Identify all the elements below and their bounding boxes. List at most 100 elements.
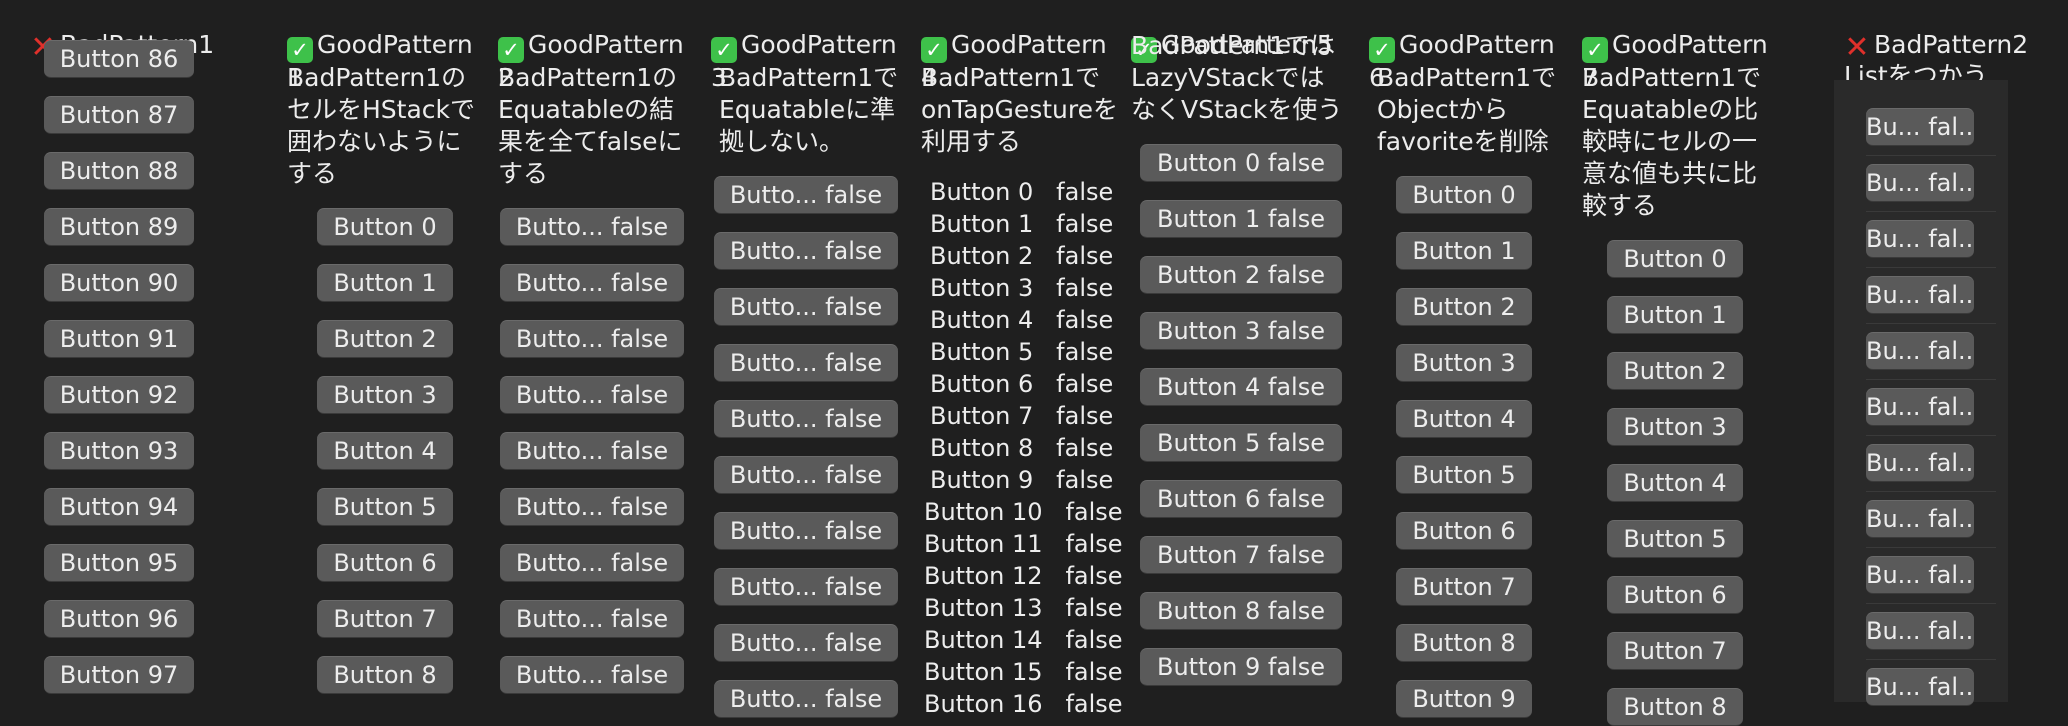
list-cell-button[interactable]: Bu... fal... [1866, 668, 1974, 706]
cell-button[interactable]: Butto... false [500, 488, 684, 526]
tap-row[interactable]: Button 8 false [930, 432, 1113, 464]
list-cell-button[interactable]: Bu... fal... [1866, 612, 1974, 650]
cell-button[interactable]: Button 2 [1607, 352, 1743, 390]
cell-button[interactable]: Button 4 [317, 432, 453, 470]
cell-button[interactable]: Button 5 [1396, 456, 1532, 494]
cell-button[interactable]: Button 6 false [1140, 480, 1342, 518]
tap-row[interactable]: Button 1 false [930, 208, 1113, 240]
cell-button[interactable]: Butto... false [500, 600, 684, 638]
cell-button[interactable]: Button 6 [1607, 576, 1743, 614]
tap-row[interactable]: Button 6 false [930, 368, 1113, 400]
cell-button[interactable]: Button 93 [44, 432, 194, 470]
cell-button[interactable]: Button 6 [1396, 512, 1532, 550]
list-cell-button[interactable]: Bu... fal... [1866, 556, 1974, 594]
tap-row[interactable]: Button 14 false [924, 624, 1123, 656]
cell-button[interactable]: Button 2 [317, 320, 453, 358]
list-cell-button[interactable]: Bu... fal... [1866, 388, 1974, 426]
cell-button[interactable]: Button 5 false [1140, 424, 1342, 462]
cell-button[interactable]: Butto... false [714, 176, 898, 214]
cell-button[interactable]: Butto... false [500, 544, 684, 582]
cell-button[interactable]: Button 92 [44, 376, 194, 414]
cell-button[interactable]: Button 96 [44, 600, 194, 638]
list-cell-button[interactable]: Bu... fal... [1866, 500, 1974, 538]
list-cell-button[interactable]: Bu... fal... [1866, 276, 1974, 314]
list-cell-button[interactable]: Bu... fal... [1866, 164, 1974, 202]
cell-button[interactable]: Button 1 [1607, 296, 1743, 334]
cell-button[interactable]: Button 86 [44, 40, 194, 78]
column-bad-pattern-1: ✕BadPattern1 Button 86Button 87Button 88… [30, 0, 260, 702]
column-description: BadPattern1の セルをHStackで 囲わないように する [287, 63, 476, 188]
cell-button[interactable]: Button 1 false [1140, 200, 1342, 238]
cell-button[interactable]: Button 8 false [1140, 592, 1342, 630]
cell-button[interactable]: Button 8 [317, 656, 453, 694]
cell-button[interactable]: Butto... false [714, 344, 898, 382]
cell-button[interactable]: Button 89 [44, 208, 194, 246]
cell-button[interactable]: Button 8 [1396, 624, 1532, 662]
cell-button[interactable]: Button 0 [1396, 176, 1532, 214]
cell-button[interactable]: Button 7 false [1140, 536, 1342, 574]
cell-button[interactable]: Button 1 [1396, 232, 1532, 270]
cell-button[interactable]: Button 5 [317, 488, 453, 526]
cell-button[interactable]: Button 87 [44, 96, 194, 134]
cell-button[interactable]: Button 95 [44, 544, 194, 582]
tap-row[interactable]: Button 4 false [930, 304, 1113, 336]
cell-button[interactable]: Button 0 [317, 208, 453, 246]
list-view[interactable]: Bu... fal... Bu... fal... Bu... fal... Bu..… [1834, 80, 2008, 706]
cell-button[interactable]: Butto... false [714, 680, 898, 718]
cell-button[interactable]: Button 7 [1607, 632, 1743, 670]
cell-button[interactable]: Button 4 false [1140, 368, 1342, 406]
cell-button[interactable]: Button 90 [44, 264, 194, 302]
cell-button[interactable]: Butto... false [714, 568, 898, 606]
cell-button[interactable]: Button 1 [317, 264, 453, 302]
list-cell-button[interactable]: Bu... fal... [1866, 332, 1974, 370]
cell-button[interactable]: Button 4 [1607, 464, 1743, 502]
cell-button[interactable]: Button 7 [1396, 568, 1532, 606]
tap-row[interactable]: Button 0 false [930, 176, 1113, 208]
cell-button[interactable]: Butto... false [714, 456, 898, 494]
cell-button[interactable]: Button 8 [1607, 688, 1743, 726]
tap-row[interactable]: Button 16 false [924, 688, 1123, 720]
tap-row[interactable]: Button 2 false [930, 240, 1113, 272]
cell-button[interactable]: Butto... false [500, 320, 684, 358]
tap-row[interactable]: Button 3 false [930, 272, 1113, 304]
cell-button[interactable]: Butto... false [500, 264, 684, 302]
cell-button[interactable]: Button 3 false [1140, 312, 1342, 350]
tap-row[interactable]: Button 9 false [930, 464, 1113, 496]
cell-button[interactable]: Button 0 false [1140, 144, 1342, 182]
cell-button[interactable]: Button 88 [44, 152, 194, 190]
cell-button[interactable]: Butto... false [500, 656, 684, 694]
cell-button[interactable]: Butto... false [500, 432, 684, 470]
tap-row[interactable]: Button 11 false [924, 528, 1123, 560]
tap-row[interactable]: Button 13 false [924, 592, 1123, 624]
cell-button[interactable]: Butto... false [500, 376, 684, 414]
list-cell-button[interactable]: Bu... fal... [1866, 444, 1974, 482]
tap-row[interactable]: Button 5 false [930, 336, 1113, 368]
cell-button[interactable]: Butto... false [714, 512, 898, 550]
cell-button[interactable]: Button 3 [317, 376, 453, 414]
cell-button[interactable]: Butto... false [714, 232, 898, 270]
cell-button[interactable]: Button 91 [44, 320, 194, 358]
cell-button[interactable]: Button 3 [1396, 344, 1532, 382]
cell-button[interactable]: Button 2 false [1140, 256, 1342, 294]
cell-button[interactable]: Button 9 [1396, 680, 1532, 718]
cell-button[interactable]: Button 0 [1607, 240, 1743, 278]
cell-button[interactable]: Butto... false [714, 400, 898, 438]
cell-button[interactable]: Butto... false [500, 208, 684, 246]
cell-button[interactable]: Button 97 [44, 656, 194, 694]
tap-row[interactable]: Button 10 false [924, 496, 1123, 528]
cell-button[interactable]: Button 3 [1607, 408, 1743, 446]
cell-button[interactable]: Button 94 [44, 488, 194, 526]
cell-button[interactable]: Button 6 [317, 544, 453, 582]
cell-button[interactable]: Button 5 [1607, 520, 1743, 558]
tap-row[interactable]: Button 12 false [924, 560, 1123, 592]
cell-button[interactable]: Button 7 [317, 600, 453, 638]
cell-button[interactable]: Butto... false [714, 624, 898, 662]
list-cell-button[interactable]: Bu... fal... [1866, 220, 1974, 258]
cell-button[interactable]: Butto... false [714, 288, 898, 326]
cell-button[interactable]: Button 2 [1396, 288, 1532, 326]
tap-row[interactable]: Button 15 false [924, 656, 1123, 688]
cell-button[interactable]: Button 9 false [1140, 648, 1342, 686]
list-cell-button[interactable]: Bu... fal... [1866, 108, 1974, 146]
tap-row[interactable]: Button 7 false [930, 400, 1113, 432]
cell-button[interactable]: Button 4 [1396, 400, 1532, 438]
